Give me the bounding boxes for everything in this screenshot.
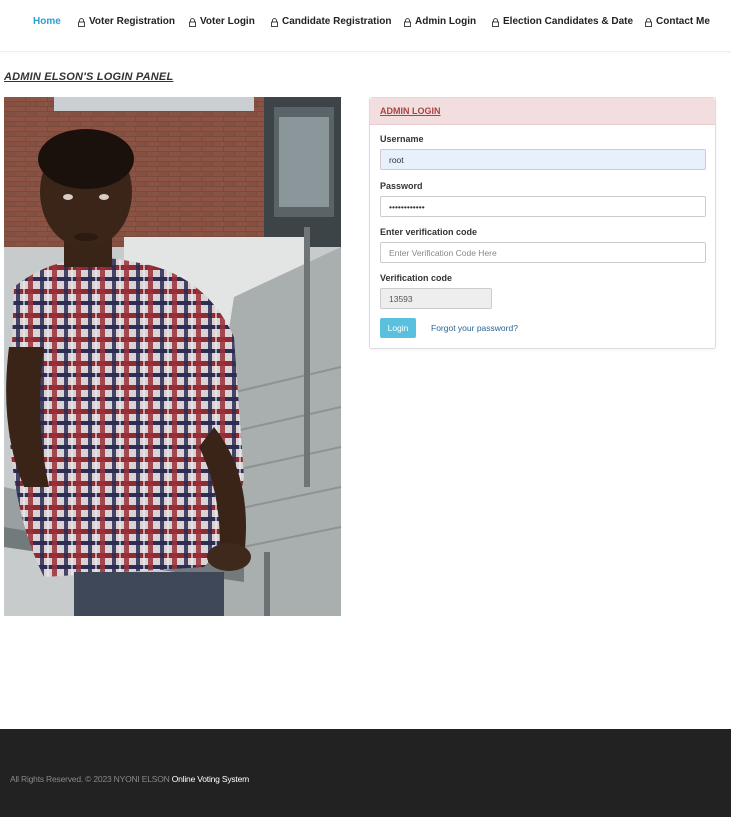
verification-input-label: Enter verification code <box>380 227 478 237</box>
login-panel-header: ADMIN LOGIN <box>370 98 715 125</box>
top-navbar: Home Voter Registration Voter Login Cand… <box>0 0 731 52</box>
footer-copyright: All Rights Reserved. © 2023 NYONI ELSON <box>10 774 170 784</box>
nav-voter-registration[interactable]: Voter Registration <box>78 16 175 27</box>
verification-code-display <box>380 288 492 309</box>
nav-contact-me[interactable]: Contact Me <box>645 16 710 27</box>
lock-icon <box>78 18 85 27</box>
nav-home[interactable]: Home <box>33 16 61 27</box>
verification-code-input[interactable] <box>380 242 706 263</box>
footer-brand: Online Voting System <box>171 774 249 784</box>
forgot-password-link[interactable]: Forgot your password? <box>431 323 518 333</box>
admin-photo-illustration <box>4 97 341 616</box>
footer-text: All Rights Reserved. © 2023 NYONI ELSON … <box>10 774 249 784</box>
nav-candidate-registration-label: Candidate Registration <box>282 16 392 27</box>
nav-election-candidates[interactable]: Election Candidates & Date <box>492 16 633 27</box>
nav-admin-login-label: Admin Login <box>415 16 477 27</box>
nav-home-label: Home <box>33 16 61 27</box>
nav-election-candidates-label: Election Candidates & Date <box>503 16 634 27</box>
nav-contact-me-label: Contact Me <box>656 16 710 27</box>
nav-voter-login[interactable]: Voter Login <box>189 16 255 27</box>
lock-icon <box>271 18 278 27</box>
footer: All Rights Reserved. © 2023 NYONI ELSON … <box>0 729 731 817</box>
login-panel-title: ADMIN LOGIN <box>380 106 441 116</box>
username-input[interactable] <box>380 149 706 170</box>
password-label: Password <box>380 181 423 191</box>
username-label: Username <box>380 134 424 144</box>
lock-icon <box>492 18 499 27</box>
login-panel: ADMIN LOGIN Username Password Enter veri… <box>369 97 716 349</box>
lock-icon <box>189 18 196 27</box>
page-title: ADMIN ELSON'S LOGIN PANEL <box>4 71 174 83</box>
verification-code-label: Verification code <box>380 273 453 283</box>
nav-admin-login[interactable]: Admin Login <box>404 16 476 27</box>
lock-icon <box>645 18 652 27</box>
nav-voter-registration-label: Voter Registration <box>89 16 175 27</box>
login-button[interactable]: Login <box>380 318 416 338</box>
nav-candidate-registration[interactable]: Candidate Registration <box>271 16 391 27</box>
lock-icon <box>404 18 411 27</box>
nav-voter-login-label: Voter Login <box>200 16 255 27</box>
password-input[interactable] <box>380 196 706 217</box>
admin-photo <box>4 97 341 616</box>
